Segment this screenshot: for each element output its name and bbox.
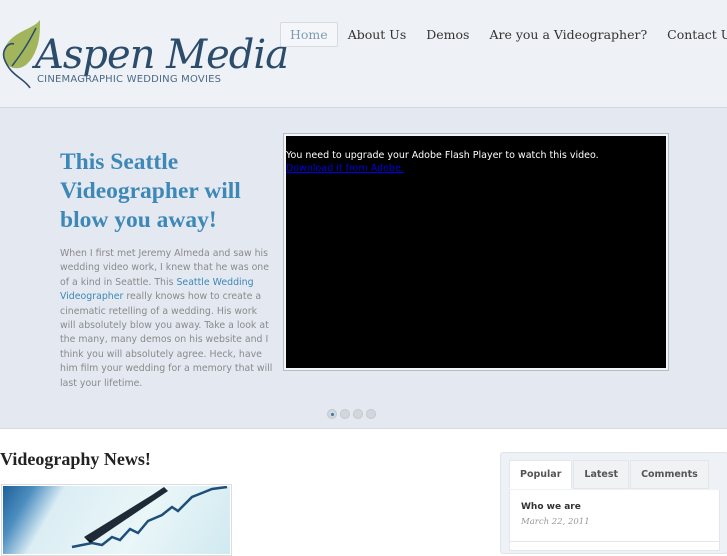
hero-title: This Seattle Videographer will blow you … [60,149,241,233]
hero-slider: This Seattle Videographer will blow you … [0,108,727,429]
slide-dot-3[interactable] [353,409,363,419]
slide-dot-2[interactable] [340,409,350,419]
nav-home[interactable]: Home [280,22,338,47]
nav-about-us[interactable]: About Us [338,22,417,47]
flash-upgrade-message: You need to upgrade your Adobe Flash Pla… [286,150,599,161]
post-date: March 22, 2011 [521,517,590,527]
hero-text-rest: really knows how to create a cinematic r… [60,291,273,389]
main-nav: Home About Us Demos Are you a Videograph… [280,22,727,47]
slide-dot-4[interactable] [366,409,376,419]
tab-popular[interactable]: Popular [509,460,573,489]
news-image[interactable] [1,484,232,556]
logo-text: Aspen Media [35,32,289,78]
video-player[interactable]: You need to upgrade your Adobe Flash Pla… [283,133,669,371]
post-title-link[interactable]: Who we are [521,502,581,512]
logo-tagline: CINEMAGRAPHIC WEDDING MOVIES [37,74,222,85]
site-header: Aspen Media CINEMAGRAPHIC WEDDING MOVIES… [0,0,727,108]
nav-demos[interactable]: Demos [416,22,479,47]
popular-panel: Who we are March 22, 2011 [509,490,720,551]
logo[interactable]: Aspen Media CINEMAGRAPHIC WEDDING MOVIES [0,18,289,98]
tab-comments[interactable]: Comments [630,460,709,489]
nav-contact-us[interactable]: Contact Us [657,22,727,47]
hero-text: When I first met Jeremy Almeda and saw h… [60,247,275,391]
news-heading: Videography News! [0,449,151,469]
tab-latest[interactable]: Latest [573,460,630,489]
widget-tabs: Popular Latest Comments [509,460,710,489]
slide-dot-1[interactable] [327,409,337,419]
slider-pagination [327,409,376,419]
post-divider [510,541,719,542]
download-flash-link[interactable]: Download it from Adobe. [286,163,404,174]
sidebar-widget: Popular Latest Comments Who we are March… [500,452,727,554]
nav-videographer[interactable]: Are you a Videographer? [479,22,657,47]
